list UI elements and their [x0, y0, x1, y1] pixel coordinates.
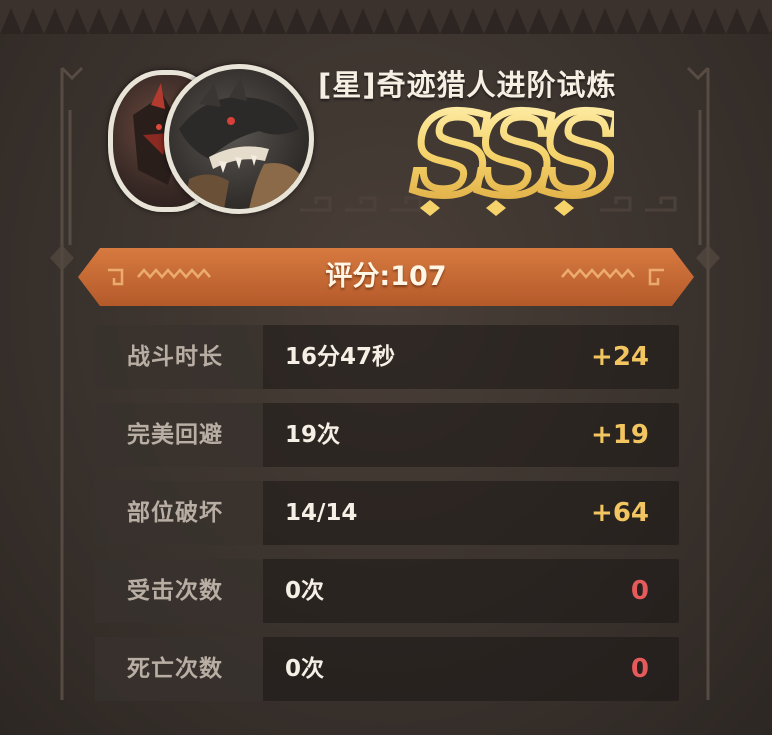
stat-points: 0: [630, 576, 649, 606]
stat-row-battle-time: 战斗时长 16分47秒 +24: [95, 325, 679, 389]
score-ribbon: 评分:107: [78, 248, 694, 306]
stat-row-hits-taken: 受击次数 0次 0: [95, 559, 679, 623]
sss-grade-mark: SSS: [408, 87, 635, 225]
stat-label: 受击次数: [127, 578, 223, 604]
top-zigzag-border: [0, 0, 772, 34]
stat-points: +19: [591, 420, 649, 450]
stat-label: 战斗时长: [127, 344, 223, 370]
stat-value: 0次: [285, 656, 325, 682]
stat-row-part-break: 部位破坏 14/14 +64: [95, 481, 679, 545]
stat-value: 16分47秒: [285, 344, 396, 370]
stat-points: +64: [591, 498, 649, 528]
stat-value: 14/14: [285, 500, 358, 526]
svg-text:SSS: SSS: [411, 98, 614, 218]
stat-points: +24: [591, 342, 649, 372]
stat-value: 19次: [285, 422, 341, 448]
stat-row-perfect-dodge: 完美回避 19次 +19: [95, 403, 679, 467]
stat-value: 0次: [285, 578, 325, 604]
score-label: 评分:107: [325, 261, 447, 292]
stat-points: 0: [630, 654, 649, 684]
stat-label: 部位破坏: [127, 500, 223, 526]
stat-label: 死亡次数: [127, 656, 223, 682]
grade-badge: SSS: [404, 87, 635, 225]
monster-avatar-front: [164, 64, 314, 214]
stats-table: 战斗时长 16分47秒 +24 完美回避 19次 +19 部位破坏 14/14 …: [95, 325, 679, 715]
stat-row-deaths: 死亡次数 0次 0: [95, 637, 679, 701]
dragon-portrait-icon: [179, 77, 304, 209]
stat-label: 完美回避: [127, 422, 223, 448]
